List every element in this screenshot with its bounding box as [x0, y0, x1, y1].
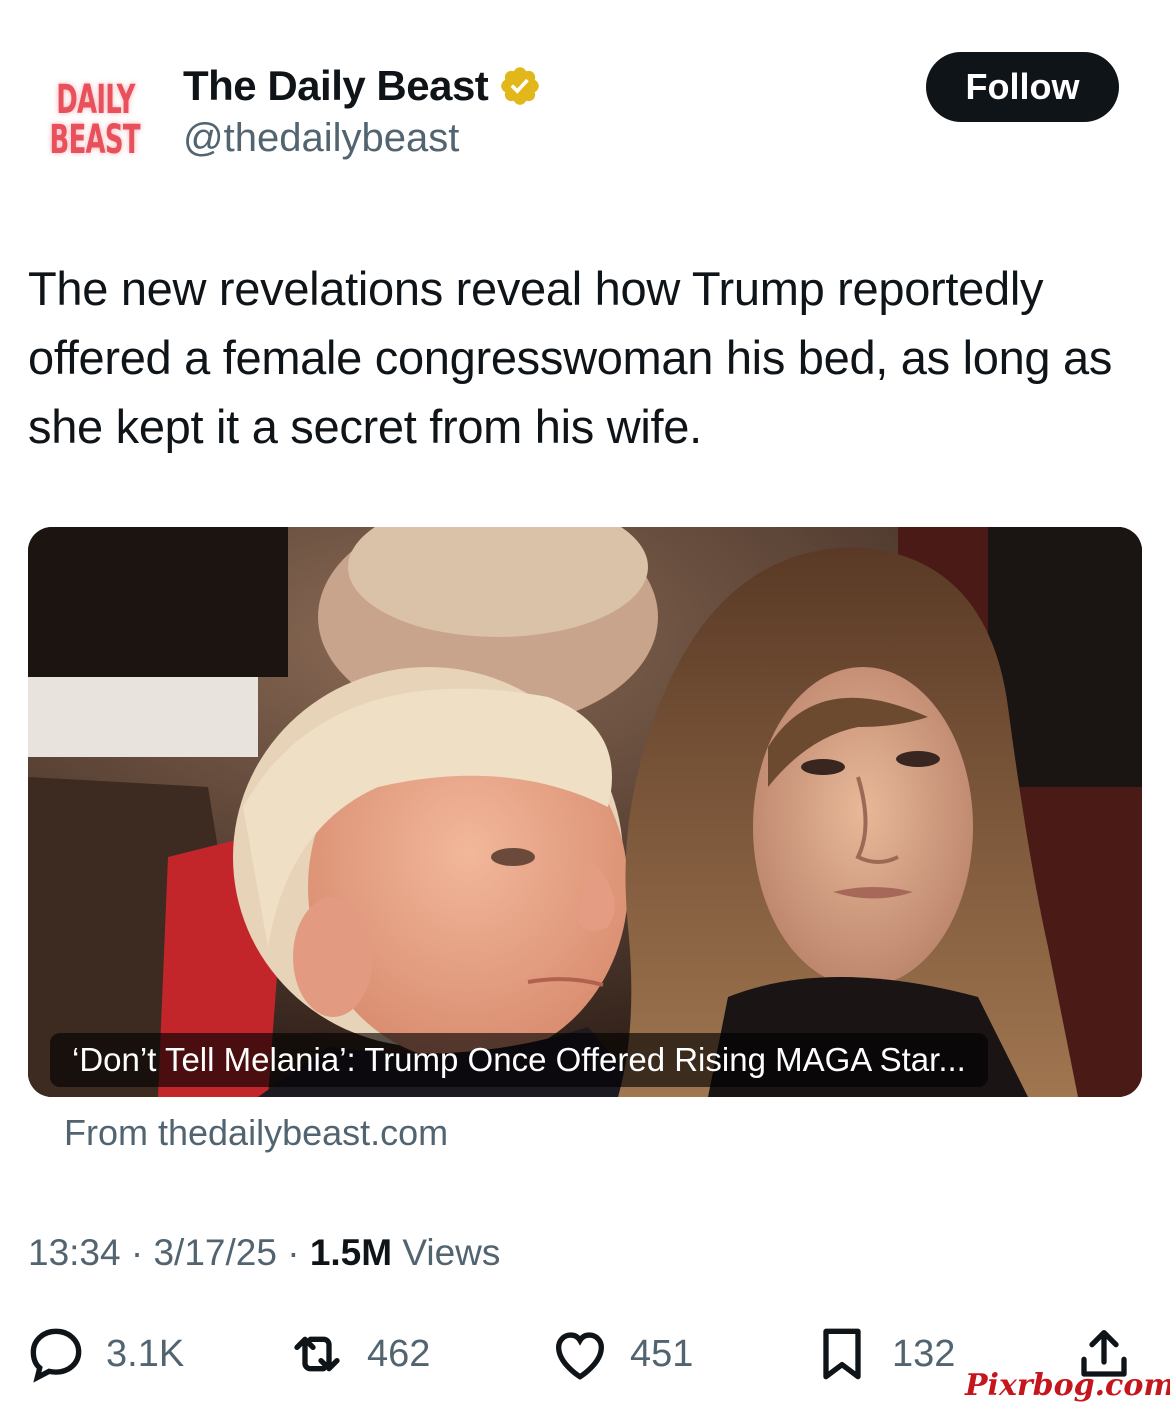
- bookmark-icon: [823, 1328, 861, 1380]
- views-label: Views: [402, 1232, 501, 1273]
- verified-badge-icon: [501, 67, 540, 105]
- reply-icon: [30, 1328, 82, 1383]
- avatar-logo-line1: DAILY: [55, 77, 135, 123]
- heart-icon: [555, 1332, 605, 1380]
- like-count: 451: [630, 1332, 694, 1375]
- avatar[interactable]: DAILY BEAST: [30, 55, 160, 185]
- meta-separator: ·: [130, 1232, 144, 1273]
- avatar-logo-line2: BEAST: [49, 117, 141, 163]
- author-name-row: The Daily Beast: [183, 62, 542, 110]
- tweet-meta: 13:34 · 3/17/25 · 1.5M Views: [28, 1232, 500, 1274]
- retweet-icon: [294, 1336, 340, 1372]
- tweet-date[interactable]: 3/17/25: [153, 1232, 276, 1273]
- card-image: [28, 527, 1142, 1097]
- author-display-name[interactable]: The Daily Beast: [183, 62, 489, 110]
- reply-count: 3.1K: [106, 1332, 185, 1375]
- bookmark-count: 132: [892, 1332, 956, 1375]
- retweet-button[interactable]: 462: [285, 1322, 430, 1386]
- author-handle[interactable]: @thedailybeast: [183, 116, 459, 161]
- follow-button[interactable]: Follow: [926, 52, 1119, 122]
- watermark: Pixrbog.com: [965, 1368, 1170, 1403]
- views-count: 1.5M: [309, 1232, 393, 1273]
- card-source[interactable]: From thedailybeast.com: [64, 1112, 448, 1154]
- bookmark-button[interactable]: 132: [810, 1322, 955, 1386]
- meta-separator: ·: [287, 1232, 300, 1273]
- tweet-text: The new revelations reveal how Trump rep…: [28, 262, 1113, 453]
- link-card[interactable]: ‘Don’t Tell Melania’: Trump Once Offered…: [28, 527, 1142, 1097]
- card-headline: ‘Don’t Tell Melania’: Trump Once Offered…: [50, 1033, 988, 1087]
- like-button[interactable]: 451: [548, 1322, 693, 1386]
- retweet-count: 462: [367, 1332, 431, 1375]
- reply-button[interactable]: 3.1K: [24, 1322, 184, 1386]
- tweet-time[interactable]: 13:34: [28, 1232, 121, 1273]
